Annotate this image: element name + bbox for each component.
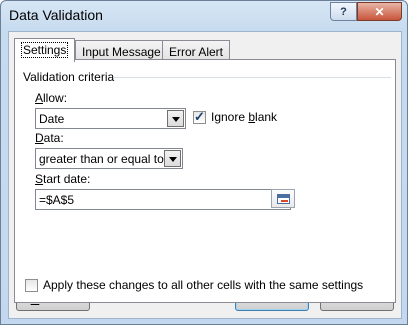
allow-select[interactable]: Date xyxy=(35,108,186,129)
apply-all-label[interactable]: Apply these changes to all other cells w… xyxy=(43,278,363,292)
tab-settings[interactable]: Settings xyxy=(14,38,76,62)
collapse-dialog-button[interactable] xyxy=(271,189,295,208)
validation-criteria-label: Validation criteria xyxy=(23,70,115,84)
dialog-body: Settings Input Message Error Alert Valid… xyxy=(8,31,402,319)
data-validation-dialog: Data Validation ? ✕ Settings Input Messa… xyxy=(0,0,408,325)
chevron-down-icon[interactable] xyxy=(167,110,184,127)
group-divider xyxy=(113,77,391,78)
ignore-blank-checkbox[interactable] xyxy=(193,109,206,125)
close-button[interactable]: ✕ xyxy=(357,2,402,21)
range-select-icon xyxy=(277,194,290,204)
help-icon: ? xyxy=(340,5,347,18)
start-date-input[interactable]: =$A$5 xyxy=(35,189,291,210)
start-date-label: Start date: xyxy=(35,172,91,186)
settings-panel: Validation criteria Allow: Date Ignore b… xyxy=(14,59,396,303)
data-select[interactable]: greater than or equal to xyxy=(35,148,183,169)
tab-input-message-label: Input Message xyxy=(82,45,161,59)
allow-label: Allow: xyxy=(35,91,68,105)
allow-select-value: Date xyxy=(39,112,65,126)
tab-error-alert-label: Error Alert xyxy=(169,45,224,59)
dialog-title: Data Validation xyxy=(9,7,103,23)
title-bar[interactable]: Data Validation ? ✕ xyxy=(1,1,407,31)
data-label: Data: xyxy=(35,131,64,145)
tab-settings-label: Settings xyxy=(21,42,69,58)
start-date-value: =$A$5 xyxy=(39,193,75,207)
data-select-value: greater than or equal to xyxy=(39,152,164,166)
close-icon: ✕ xyxy=(374,4,385,19)
apply-all-checkbox[interactable] xyxy=(25,279,38,292)
ignore-blank-label[interactable]: Ignore blank xyxy=(211,110,277,124)
help-button[interactable]: ? xyxy=(330,2,357,21)
chevron-down-icon[interactable] xyxy=(164,150,181,167)
